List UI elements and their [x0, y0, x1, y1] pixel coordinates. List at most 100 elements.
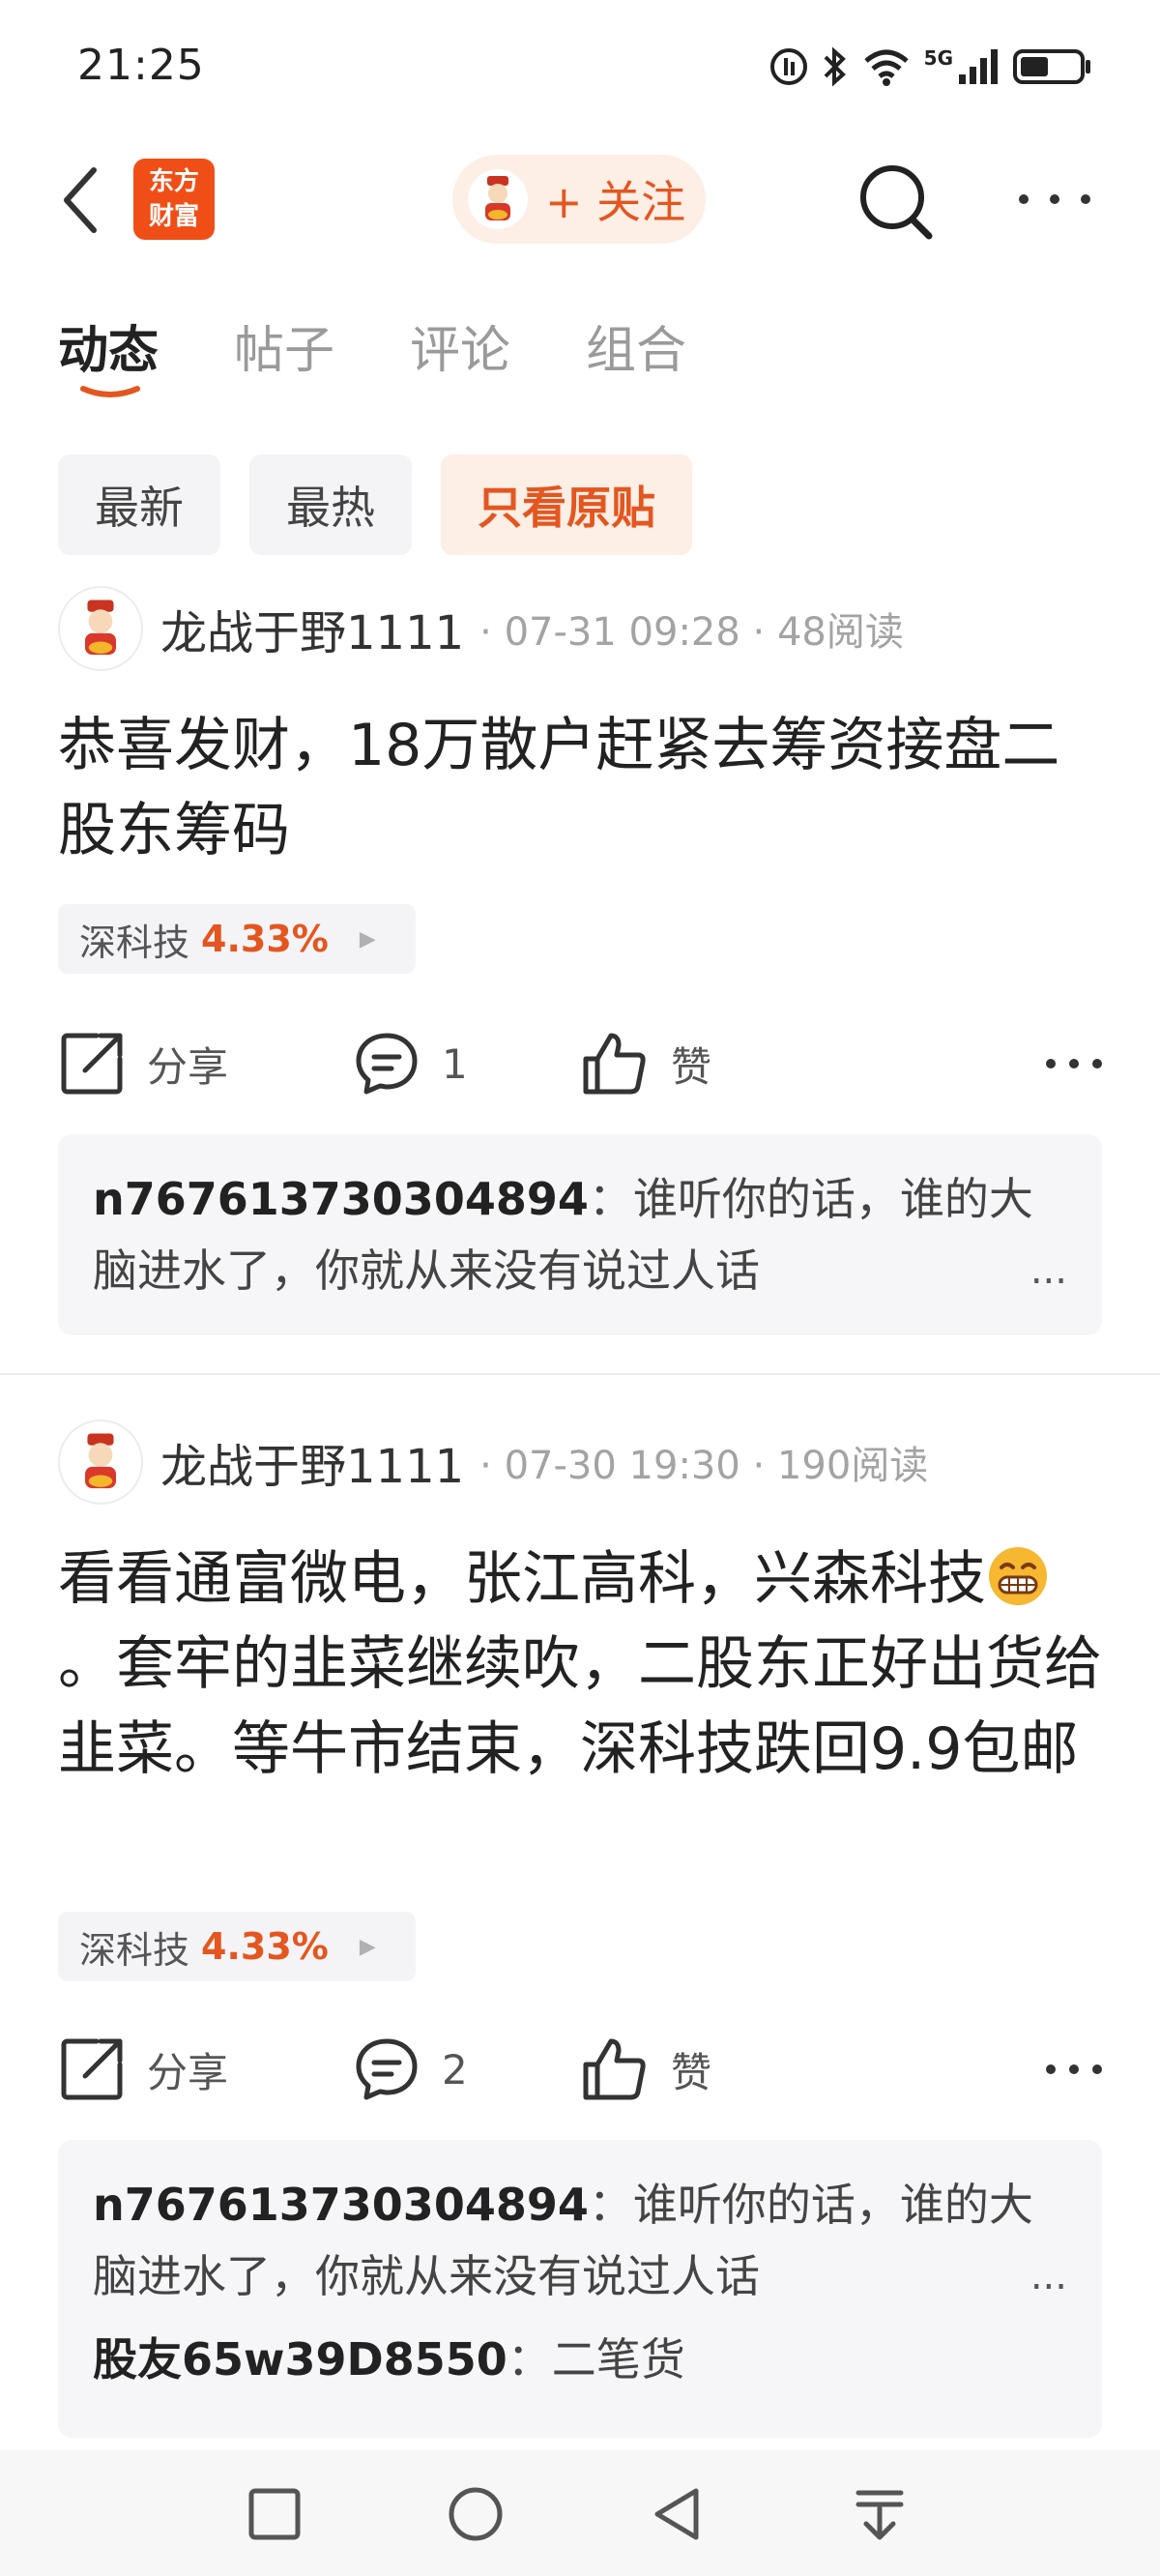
triangle-left-icon: [654, 2488, 699, 2540]
dot-icon: [1050, 194, 1059, 204]
dot-icon: [1092, 1059, 1102, 1068]
tab-portfolio[interactable]: 组合: [586, 309, 686, 382]
status-time: 21:25: [77, 41, 205, 90]
comment-item: n767613730304894：谁听你的话，谁的大脑进水了，你就从来没有说过人…: [93, 1163, 1067, 1306]
thumbs-up-icon: [583, 2038, 646, 2100]
post-more-button[interactable]: [1046, 2060, 1102, 2079]
comment-separator: ：: [507, 2333, 552, 2386]
grinning-emoji-icon: [989, 1547, 1047, 1605]
comment-text: 二笔货: [551, 2333, 685, 2386]
author-name[interactable]: 龙战于野1111: [160, 595, 464, 662]
comment-separator: ：: [588, 2179, 633, 2231]
comment-button[interactable]: 1: [353, 1020, 468, 1107]
post-body[interactable]: 恭喜发财，18万散户赶紧去筹资接盘二股东筹码: [58, 703, 1102, 873]
comment-icon: [356, 1033, 418, 1095]
search-icon: [860, 165, 933, 240]
dot-icon: [1081, 194, 1090, 204]
comment-preview[interactable]: n767613730304894：谁听你的话，谁的大脑进水了，你就从来没有说过人…: [58, 1134, 1102, 1335]
thumbs-up-icon: [583, 1033, 646, 1095]
share-label: 分享: [147, 1042, 229, 1091]
status-icons: 5G: [769, 46, 1092, 87]
dot-icon: [1069, 2064, 1079, 2074]
triangle-right-icon: ▶: [359, 926, 376, 951]
dot-icon: [1046, 2064, 1056, 2074]
back-nav-button[interactable]: [638, 2475, 715, 2553]
logo-line2: 财富: [148, 202, 199, 231]
author-avatar[interactable]: [58, 586, 143, 671]
share-icon: [61, 1033, 123, 1095]
post-header: 龙战于野1111 · 07-31 09:28 · 48阅读: [58, 585, 904, 672]
tab-dynamics[interactable]: 动态: [58, 309, 159, 382]
stock-name: 深科技: [79, 1928, 190, 1972]
comment-user[interactable]: n767613730304894: [93, 2179, 589, 2231]
comment-user[interactable]: 股友65w39D8550: [93, 2333, 508, 2386]
like-button[interactable]: 赞: [580, 1020, 711, 1107]
comment-count: 2: [442, 2045, 468, 2093]
home-button[interactable]: [437, 2475, 514, 2553]
like-label: 赞: [671, 2048, 712, 2096]
fortune-god-avatar-icon: [485, 176, 510, 220]
back-button[interactable]: [56, 166, 104, 234]
comment-button[interactable]: 2: [353, 2026, 468, 2113]
status-bar: 21:25 5G: [0, 0, 1160, 135]
circle-icon: [449, 2487, 503, 2541]
header: 东方 财富 + 关注: [0, 145, 1160, 251]
more-options-button[interactable]: [1019, 180, 1090, 219]
search-button[interactable]: [856, 161, 937, 242]
battery-icon: [1013, 49, 1090, 84]
stock-change: 4.33%: [201, 918, 329, 960]
comment-icon: [356, 2038, 418, 2100]
system-nav-bar: [0, 2450, 1160, 2576]
share-label: 分享: [147, 2048, 229, 2096]
follow-button[interactable]: + 关注: [452, 155, 706, 244]
post-divider: [0, 1373, 1160, 1375]
stock-change: 4.33%: [201, 1925, 329, 1968]
share-icon: [61, 2038, 123, 2100]
filter-latest[interactable]: 最新: [58, 454, 220, 555]
comment-user[interactable]: n767613730304894: [93, 1173, 589, 1225]
network-label: 5G: [923, 46, 953, 70]
stock-tag[interactable]: 深科技 4.33% ▶: [58, 1912, 416, 1981]
square-icon: [248, 2488, 301, 2540]
post-body[interactable]: 看看通富微电，张江高科，兴森科技。套牢的韭菜继续吹，二股东正好出货给韭菜。等牛市…: [58, 1537, 1102, 1792]
like-button[interactable]: 赞: [580, 2026, 711, 2113]
like-label: 赞: [671, 1042, 712, 1091]
dot-icon: [1046, 1059, 1056, 1068]
avatar: [468, 169, 528, 229]
post-header: 龙战于野1111 · 07-30 19:30 · 190阅读: [58, 1419, 928, 1506]
comment-count: 1: [442, 1039, 468, 1088]
comment-item: 股友65w39D8550：二笔货: [93, 2324, 1067, 2395]
tab-comments[interactable]: 评论: [410, 309, 510, 382]
logo-line1: 东方: [148, 167, 199, 196]
dot-icon: [1069, 1059, 1079, 1068]
post-meta: · 07-31 09:28 · 48阅读: [479, 610, 904, 655]
comment-preview[interactable]: n767613730304894：谁听你的话，谁的大脑进水了，你就从来没有说过人…: [58, 2140, 1102, 2438]
stock-name: 深科技: [79, 921, 190, 964]
post-body-part2: 。套牢的韭菜继续吹，二股东正好出货给韭菜。等牛市结束，深科技跌回9.9包邮: [58, 1630, 1102, 1783]
author-name[interactable]: 龙战于野1111: [160, 1428, 464, 1496]
filter-hottest[interactable]: 最热: [249, 454, 412, 555]
fortune-god-avatar-icon: [85, 1433, 116, 1489]
profile-tabs: 动态 帖子 评论 组合: [58, 309, 686, 382]
share-button[interactable]: 分享: [58, 1020, 228, 1107]
post-actions: 分享 1 赞: [58, 1020, 1102, 1107]
author-avatar[interactable]: [58, 1420, 143, 1505]
post-body-part1: 看看通富微电，张江高科，兴森科技: [58, 1545, 986, 1613]
notification-pull-button[interactable]: [841, 2475, 918, 2553]
signal-icon: [959, 49, 998, 84]
pull-down-icon: [856, 2490, 904, 2540]
post-actions: 分享 2 赞: [58, 2026, 1102, 2113]
comment-ellipsis: ...: [1030, 1248, 1067, 1293]
filter-original-only[interactable]: 只看原贴: [441, 454, 692, 555]
fortune-god-avatar-icon: [85, 600, 116, 656]
tab-posts[interactable]: 帖子: [234, 309, 334, 382]
share-button[interactable]: 分享: [58, 2026, 228, 2113]
triangle-right-icon: ▶: [359, 1934, 376, 1959]
recent-apps-button[interactable]: [236, 2475, 313, 2553]
stock-tag[interactable]: 深科技 4.33% ▶: [58, 904, 416, 974]
active-tab-indicator: [80, 386, 140, 397]
wifi-icon: [864, 49, 909, 86]
bluetooth-icon: [824, 46, 846, 87]
post-more-button[interactable]: [1046, 1054, 1102, 1073]
dot-icon: [1092, 2064, 1102, 2074]
